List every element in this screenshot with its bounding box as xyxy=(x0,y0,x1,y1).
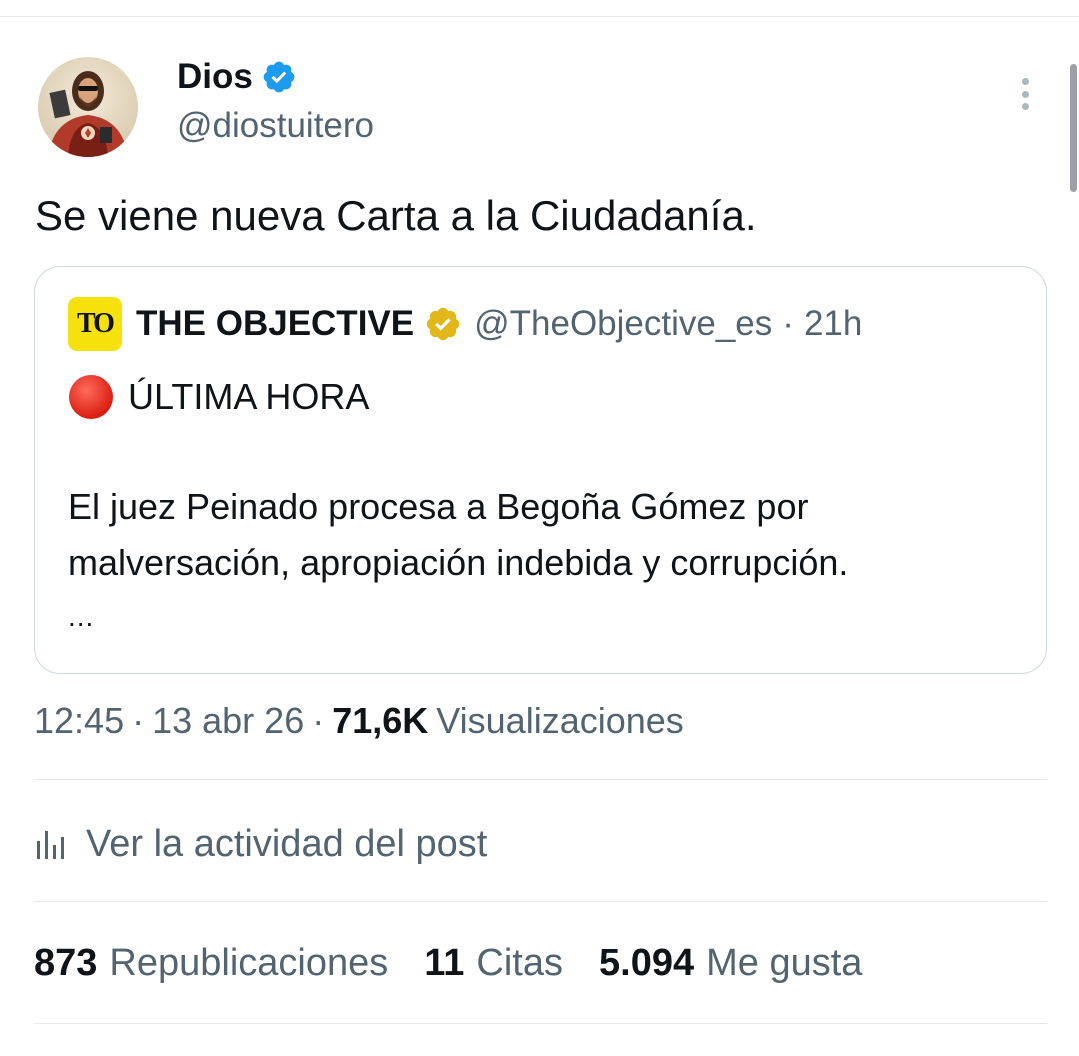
quoted-truncation-ellipsis: ... xyxy=(68,601,95,632)
scrollbar[interactable] xyxy=(1070,64,1077,192)
gold-verified-badge-icon xyxy=(426,307,460,341)
meta-separator: · xyxy=(312,700,325,741)
verified-badge-icon xyxy=(263,61,295,93)
breaking-label: ÚLTIMA HORA xyxy=(128,376,370,417)
view-post-activity-label: Ver la actividad del post xyxy=(86,822,488,865)
bar-chart-icon xyxy=(37,831,64,859)
quotes-label[interactable]: Citas xyxy=(476,942,563,985)
meta-separator: · xyxy=(132,700,145,741)
quoted-body-text: El juez Peinado procesa a Begoña Gómez p… xyxy=(68,486,849,583)
post-time[interactable]: 12:45 xyxy=(34,700,124,742)
red-circle-icon xyxy=(69,375,113,419)
author-handle[interactable]: @diostuitero xyxy=(177,106,374,146)
quoted-post-card[interactable]: TO THE OBJECTIVE @TheObjective_es · 21h … xyxy=(34,266,1047,674)
author-name-row[interactable]: Dios xyxy=(177,56,297,98)
post-meta: 12:45 · 13 abr 26 · 71,6K Visualizacione… xyxy=(34,700,684,742)
top-divider xyxy=(0,16,1079,17)
author-display-name[interactable]: Dios xyxy=(177,57,253,97)
avatar[interactable] xyxy=(38,57,138,157)
quoted-author-name: THE OBJECTIVE xyxy=(136,304,415,343)
view-post-activity-button[interactable]: Ver la actividad del post xyxy=(34,822,487,866)
views-count: 71,6K xyxy=(332,700,429,741)
quoted-post-header: TO THE OBJECTIVE @TheObjective_es · 21h xyxy=(68,297,862,351)
quoted-timestamp: 21h xyxy=(803,304,863,343)
views-label: Visualizaciones xyxy=(436,700,684,741)
divider xyxy=(34,1023,1047,1024)
engagement-stats: 873 Republicaciones 11 Citas 5.094 Me gu… xyxy=(34,942,862,985)
divider xyxy=(34,779,1047,780)
more-options-icon[interactable] xyxy=(1010,74,1040,114)
avatar-image xyxy=(38,57,138,157)
breaking-news-line: ÚLTIMA HORA xyxy=(68,373,369,421)
quoted-author-handle: @TheObjective_es xyxy=(474,304,773,343)
the-objective-logo: TO xyxy=(68,297,122,351)
tweet-text: Se viene nueva Carta a la Ciudadanía. xyxy=(35,192,757,239)
quoted-separator: · xyxy=(782,304,794,343)
reposts-count[interactable]: 873 xyxy=(34,942,97,985)
likes-label[interactable]: Me gusta xyxy=(706,942,862,985)
likes-count[interactable]: 5.094 xyxy=(599,942,694,985)
quotes-count[interactable]: 11 xyxy=(424,942,464,985)
divider xyxy=(34,901,1047,902)
post-date[interactable]: 13 abr 26 xyxy=(152,700,304,742)
reposts-label[interactable]: Republicaciones xyxy=(109,942,388,985)
